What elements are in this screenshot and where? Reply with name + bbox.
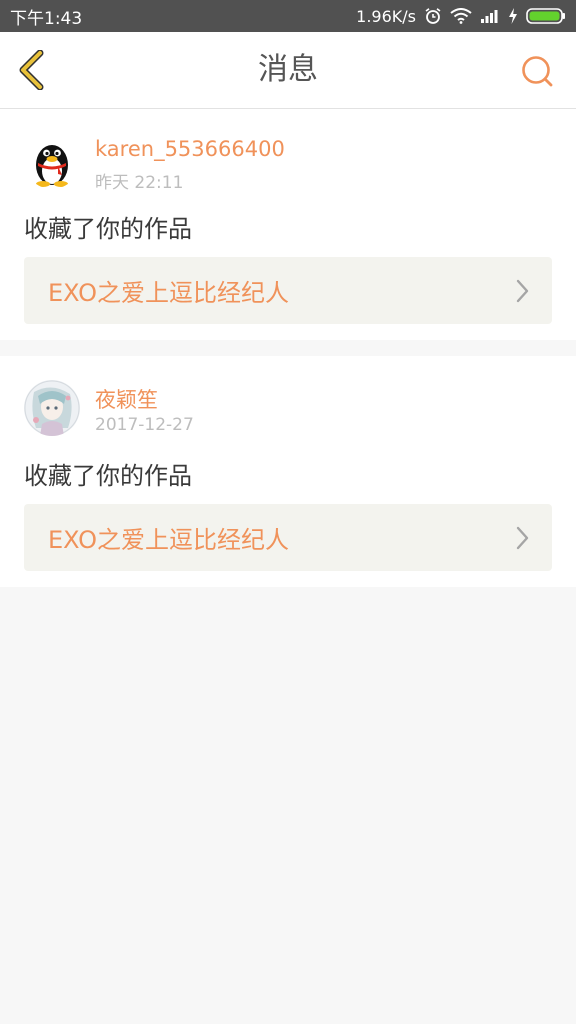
message-action-text: 收藏了你的作品 — [24, 215, 192, 243]
status-bar: 下午1:43 1.96K/s — [0, 0, 576, 32]
signal-icon — [480, 9, 500, 23]
wifi-icon — [450, 8, 472, 24]
charging-icon — [508, 8, 518, 24]
sender-username[interactable]: karen_553666400 — [95, 137, 285, 161]
message-card: karen_553666400 昨天 22:11 收藏了你的作品 EXO之爱上逗… — [0, 109, 576, 340]
work-link-button[interactable]: EXO之爱上逗比经纪人 — [24, 504, 552, 571]
search-icon — [522, 56, 553, 87]
avatar[interactable] — [24, 133, 80, 189]
work-title: EXO之爱上逗比经纪人 — [48, 526, 289, 554]
alarm-icon — [424, 7, 442, 25]
status-icons: 1.96K/s — [356, 7, 566, 26]
chevron-right-icon — [516, 526, 529, 550]
battery-icon — [526, 8, 566, 24]
work-link-button[interactable]: EXO之爱上逗比经纪人 — [24, 257, 552, 324]
message-time: 2017-12-27 — [95, 415, 194, 435]
sender-username[interactable]: 夜颖笙 — [95, 384, 158, 414]
message-card: 夜颖笙 2017-12-27 收藏了你的作品 EXO之爱上逗比经纪人 — [0, 356, 576, 587]
page-title: 消息 — [258, 52, 318, 87]
message-action-text: 收藏了你的作品 — [24, 462, 192, 490]
top-app-bar: 消息 — [0, 32, 576, 109]
chevron-right-icon — [516, 279, 529, 303]
search-button[interactable] — [520, 54, 556, 90]
status-time: 下午1:43 — [10, 8, 83, 29]
qq-penguin-avatar-icon — [24, 133, 80, 189]
work-title: EXO之爱上逗比经纪人 — [48, 279, 289, 307]
message-time: 昨天 22:11 — [95, 173, 184, 193]
network-speed: 1.96K/s — [356, 6, 416, 26]
avatar[interactable] — [24, 380, 80, 436]
anime-girl-avatar-icon — [24, 380, 80, 436]
